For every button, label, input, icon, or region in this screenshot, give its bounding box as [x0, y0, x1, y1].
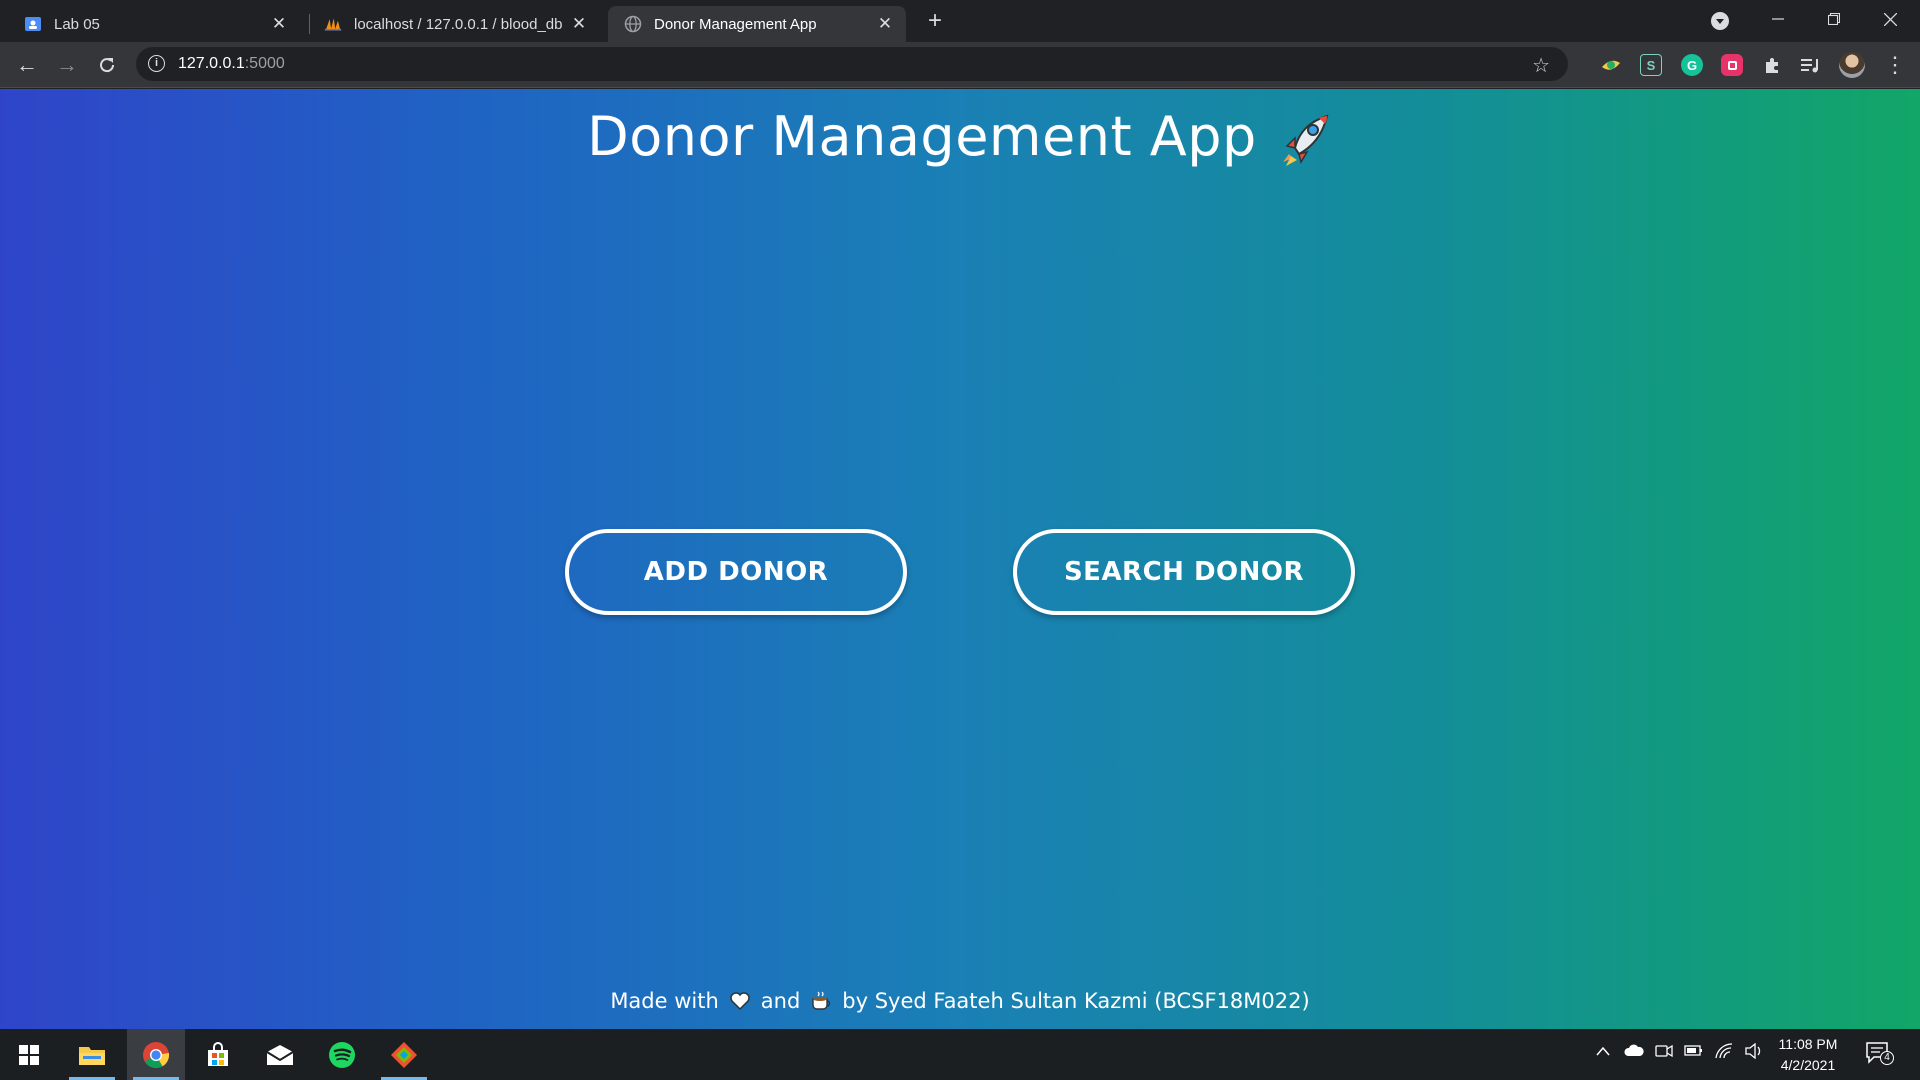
- url-port: :5000: [244, 55, 285, 72]
- extension-eye-icon[interactable]: [1600, 54, 1622, 76]
- git-kraken-icon[interactable]: [375, 1029, 433, 1080]
- footer-made-with: Made with: [610, 989, 719, 1013]
- show-hidden-icons-icon[interactable]: [1596, 1043, 1610, 1061]
- wifi-icon[interactable]: [1715, 1043, 1733, 1064]
- footer-credit: Made with and by Syed Faateh Sultan Kazm…: [0, 989, 1920, 1013]
- globe-icon: [624, 15, 642, 33]
- tab-title: Lab 05: [54, 15, 100, 33]
- volume-icon[interactable]: [1744, 1042, 1764, 1064]
- restore-button[interactable]: [1806, 0, 1862, 38]
- extension-record-icon[interactable]: [1721, 54, 1743, 76]
- grammarly-icon[interactable]: G: [1681, 54, 1703, 76]
- phpmyadmin-icon: [324, 15, 342, 33]
- extension-s-icon[interactable]: S: [1640, 54, 1662, 76]
- footer-author: by Syed Faateh Sultan Kazmi (BCSF18M022): [842, 989, 1310, 1013]
- windows-taskbar: 11:08 PM 4/2/2021 4: [0, 1029, 1920, 1080]
- battery-icon[interactable]: [1684, 1043, 1704, 1062]
- bookmark-star-icon[interactable]: ☆: [1532, 53, 1550, 78]
- action-center-icon[interactable]: 4: [1866, 1042, 1894, 1065]
- coffee-icon: [810, 990, 832, 1012]
- add-donor-button[interactable]: ADD DONOR: [565, 529, 907, 615]
- search-donor-button[interactable]: SEARCH DONOR: [1013, 529, 1355, 615]
- heart-icon: [729, 990, 751, 1012]
- windows-start-icon[interactable]: [0, 1029, 58, 1080]
- tab-phpmyadmin[interactable]: localhost / 127.0.0.1 / blood_db / ✕: [300, 6, 600, 42]
- onedrive-cloud-icon[interactable]: [1624, 1043, 1644, 1062]
- browser-toolbar: ← → i 127.0.0.1:5000 ☆ S G: [0, 42, 1920, 88]
- close-tab-icon[interactable]: ✕: [270, 15, 288, 33]
- tab-lab-05[interactable]: Lab 05 ✕: [0, 6, 300, 42]
- file-explorer-icon[interactable]: [63, 1029, 121, 1080]
- url-text[interactable]: 127.0.0.1:5000: [178, 55, 285, 73]
- microsoft-store-icon[interactable]: [189, 1029, 247, 1080]
- chrome-taskbar-icon[interactable]: [127, 1029, 185, 1080]
- site-info-icon[interactable]: i: [148, 55, 165, 72]
- clock-date: 4/2/2021: [1780, 1057, 1836, 1073]
- back-arrow-icon[interactable]: ←: [11, 49, 43, 81]
- reload-icon[interactable]: [91, 49, 123, 81]
- address-bar[interactable]: i 127.0.0.1:5000 ☆: [136, 47, 1568, 81]
- rocket-icon: [1273, 110, 1333, 170]
- url-host: 127.0.0.1: [178, 55, 245, 72]
- tab-donor-management-app[interactable]: Donor Management App ✕: [608, 6, 906, 42]
- meet-now-icon[interactable]: [1655, 1043, 1673, 1064]
- classroom-icon: [24, 15, 42, 33]
- tab-search-icon[interactable]: [1711, 12, 1729, 30]
- page-viewport: Donor Management App ADD DONOR SEARCH DO…: [0, 89, 1920, 1029]
- forward-arrow-icon[interactable]: →: [51, 49, 83, 81]
- mail-icon[interactable]: [251, 1029, 309, 1080]
- minimize-button[interactable]: [1750, 0, 1806, 38]
- close-window-button[interactable]: [1862, 0, 1918, 38]
- extensions-puzzle-icon[interactable]: [1761, 54, 1783, 76]
- tab-title: Donor Management App: [654, 15, 817, 33]
- taskbar-clock[interactable]: 11:08 PM 4/2/2021: [1770, 1034, 1846, 1076]
- page-title-text: Donor Management App: [587, 105, 1257, 168]
- clock-time: 11:08 PM: [1778, 1036, 1838, 1052]
- new-tab-button[interactable]: +: [922, 8, 948, 34]
- page-title: Donor Management App: [0, 105, 1920, 170]
- profile-avatar[interactable]: [1839, 52, 1865, 78]
- spotify-icon[interactable]: [313, 1029, 371, 1080]
- tab-title: localhost / 127.0.0.1 / blood_db /: [354, 15, 566, 33]
- tab-strip: Lab 05 ✕ localhost / 127.0.0.1 / blood_d…: [0, 0, 1920, 42]
- close-tab-icon[interactable]: ✕: [876, 15, 894, 33]
- footer-and: and: [760, 989, 801, 1013]
- media-queue-icon[interactable]: [1800, 54, 1822, 76]
- close-tab-icon[interactable]: ✕: [570, 15, 588, 33]
- more-menu-icon[interactable]: ⋮: [1884, 52, 1906, 78]
- notification-count-badge: 4: [1880, 1051, 1894, 1065]
